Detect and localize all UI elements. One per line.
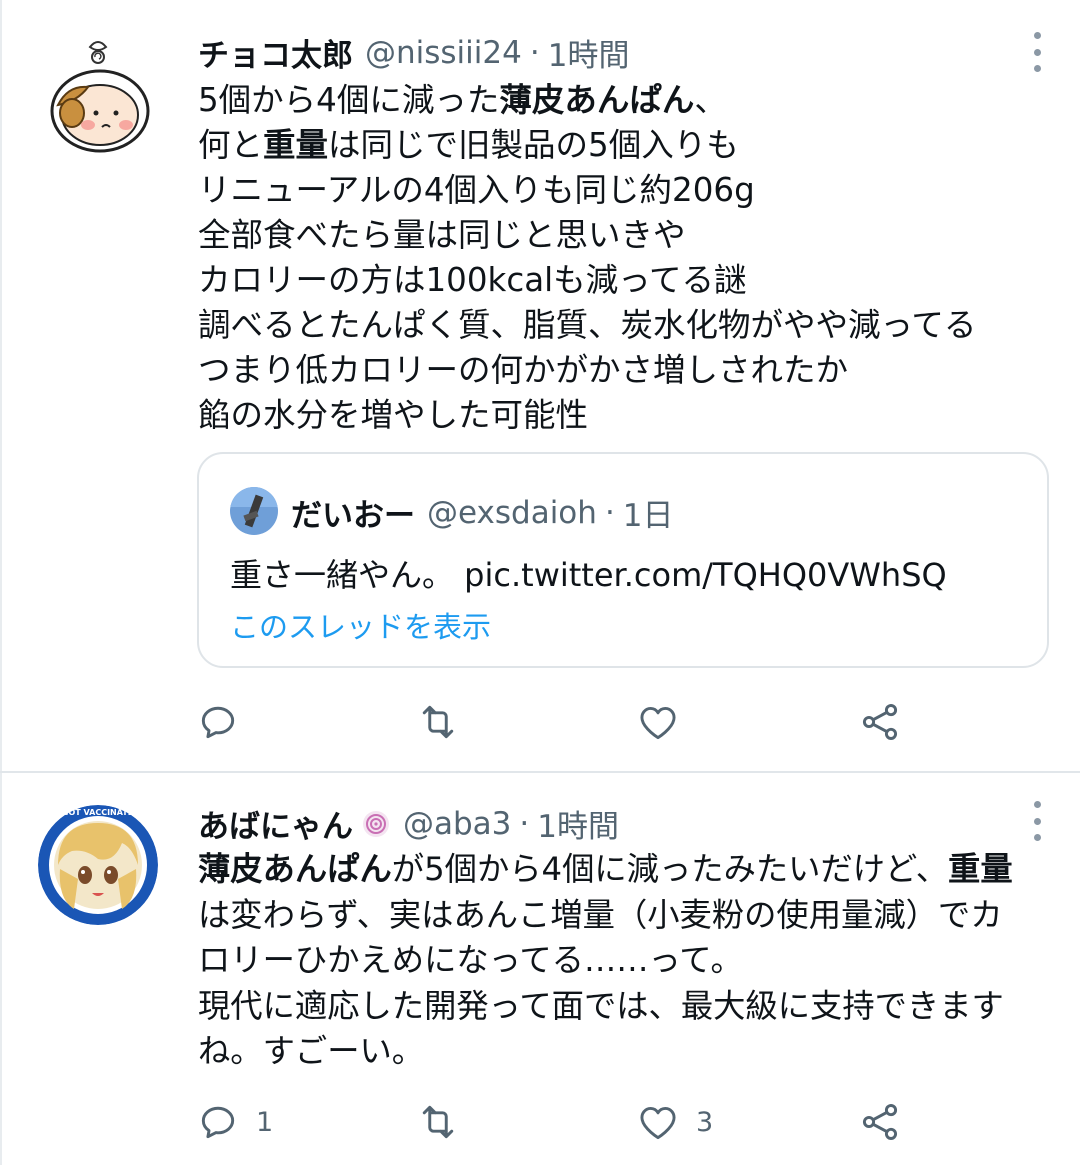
display-name[interactable]: チョコ太郎 (198, 30, 353, 75)
svg-text:I GOT VACCINATED: I GOT VACCINATED (56, 808, 140, 817)
bold-text: 重量 (948, 850, 1013, 888)
reply-icon (201, 1106, 235, 1139)
bold-text: 重量 (263, 126, 329, 164)
like-icon (640, 706, 676, 740)
share-button[interactable] (858, 697, 902, 747)
text-line: ロリーひかえめになってる……って。 (198, 938, 1013, 984)
quoted-username: @exsdaioh (427, 494, 597, 531)
text-segment: 、 (694, 81, 727, 119)
text-line: 餡の水分を増やした可能性 (198, 393, 976, 438)
text-line: 5個から4個に減った薄皮あんぱん、 (198, 78, 976, 123)
text-line: リニューアルの4個入りも同じ約206g (198, 168, 976, 213)
reply-count: 1 (256, 1106, 274, 1138)
like-button[interactable] (636, 697, 696, 747)
bold-text: 薄皮あんぱん (499, 81, 695, 119)
tweet[interactable]: I GOT VACCINATED あばにゃん @aba3 · 1時間 薄皮あんぱ… (0, 773, 1080, 1165)
retweet-button[interactable] (416, 697, 476, 747)
share-icon (862, 704, 898, 740)
text-segment: 5個から4個に減った (198, 81, 500, 119)
text-segment: は変わらず、実はあんこ増量（小麦粉の使用量減）でカ (198, 895, 1003, 934)
text-line: 薄皮あんぱんが5個から4個に減ったみたいだけど、重量 (198, 847, 1013, 893)
share-button[interactable] (858, 1097, 902, 1147)
timestamp[interactable]: 1時間 (548, 30, 630, 75)
reply-icon (201, 706, 235, 739)
avatar[interactable]: I GOT VACCINATED (38, 805, 158, 925)
action-bar (196, 697, 916, 747)
retweet-icon (422, 1105, 454, 1139)
retweet-button[interactable] (416, 1097, 476, 1147)
show-thread-link[interactable]: このスレッドを表示 (230, 604, 491, 646)
quoted-avatar[interactable] (230, 487, 278, 535)
share-icon (862, 1104, 898, 1140)
tweet-header: チョコ太郎 @nissiii24 · 1時間 (198, 30, 629, 75)
separator-dot: · (604, 494, 615, 531)
reply-button[interactable]: 1 (196, 1097, 273, 1147)
text-segment: カロリーの方は100kcalも減ってる謎 (198, 261, 747, 299)
tweet-text: 5個から4個に減った薄皮あんぱん、 何と重量は同じで旧製品の5個入りも リニューアル… (198, 78, 976, 438)
avatar[interactable] (38, 35, 158, 155)
username[interactable]: @aba3 (403, 806, 511, 842)
text-segment: 現代に適応した開発って面では、最大級に支持できます (198, 986, 1004, 1025)
username[interactable]: @nissiii24 (365, 35, 522, 71)
text-segment: リニューアルの4個入りも同じ約206g (198, 171, 755, 209)
quoted-text: 重さ一緒やん。 pic.twitter.com/TQHQ0VWhSQ (230, 556, 947, 594)
quoted-header: だいおー @exsdaioh · 1日 (291, 490, 674, 535)
retweet-icon (422, 705, 454, 739)
text-line: 調べるとたんぱく質、脂質、炭水化物がやや減ってる (198, 303, 976, 348)
text-line: ね。すごーい。 (198, 1029, 1013, 1075)
timestamp[interactable]: 1時間 (537, 801, 619, 846)
bold-text: 薄皮あんぱん (198, 850, 392, 888)
action-bar: 1 3 (196, 1097, 916, 1147)
text-line: つまり低カロリーの何かがかさ増しされたか (198, 348, 976, 393)
text-segment: 餡の水分を増やした可能性 (198, 396, 589, 434)
tweet-header: あばにゃん @aba3 · 1時間 (198, 801, 619, 846)
like-button[interactable]: 3 (636, 1097, 713, 1147)
like-count: 3 (696, 1106, 714, 1138)
quoted-tweet[interactable]: だいおー @exsdaioh · 1日 重さ一緒やん。 pic.twitter.… (197, 452, 1049, 668)
badge-icon (361, 809, 391, 839)
text-line: 何と重量は同じで旧製品の5個入りも (198, 123, 976, 168)
text-segment: 何と (198, 126, 264, 164)
text-segment: ね。すごーい。 (198, 1032, 425, 1070)
quoted-display-name: だいおー (291, 498, 415, 534)
text-segment: 調べるとたんぱく質、脂質、炭水化物がやや減ってる (198, 306, 977, 344)
separator-dot: · (519, 805, 530, 842)
display-name[interactable]: あばにゃん (198, 801, 353, 846)
text-segment: ロリーひかえめになってる……って。 (198, 941, 743, 979)
tweet[interactable]: チョコ太郎 @nissiii24 · 1時間 5個から4個に減った薄皮あんぱん、… (0, 0, 1080, 772)
text-segment: 全部食べたら量は同じと思いきや (198, 216, 686, 254)
text-line: 全部食べたら量は同じと思いきや (198, 213, 976, 258)
text-segment: つまり低カロリーの何かがかさ増しされたか (198, 351, 849, 389)
more-icon[interactable] (1030, 801, 1044, 841)
separator-dot: · (529, 34, 540, 71)
text-line: は変わらず、実はあんこ増量（小麦粉の使用量減）でカ (198, 893, 1013, 939)
text-segment: は同じで旧製品の5個入りも (328, 126, 739, 164)
quoted-timestamp: 1日 (622, 498, 674, 534)
text-line: カロリーの方は100kcalも減ってる謎 (198, 258, 976, 303)
text-segment: が5個から4個に減ったみたいだけど、 (391, 850, 949, 888)
tweet-text: 薄皮あんぱんが5個から4個に減ったみたいだけど、重量 は変わらず、実はあんこ増量（… (198, 847, 1013, 1075)
reply-button[interactable] (196, 697, 256, 747)
text-line: 現代に適応した開発って面では、最大級に支持できます (198, 984, 1013, 1030)
more-icon[interactable] (1030, 32, 1044, 72)
like-icon (640, 1106, 676, 1140)
